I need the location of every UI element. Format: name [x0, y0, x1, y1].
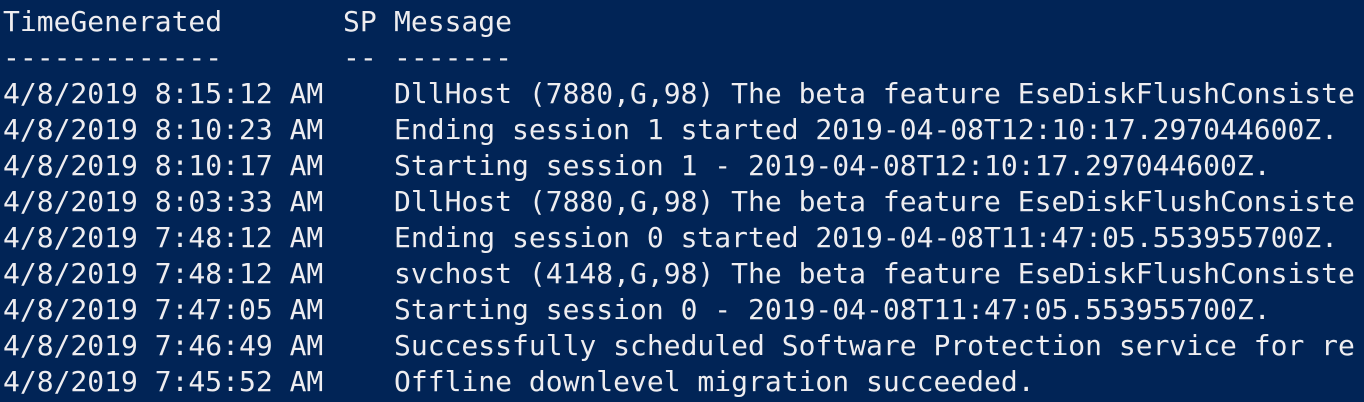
row-time: 4/8/2019 7:47:05 AM [3, 293, 324, 326]
row-message: DllHost (7880,G,98) The beta feature Ese… [394, 77, 1355, 110]
row-time: 4/8/2019 7:48:12 AM [3, 221, 324, 254]
header-message: Message [394, 5, 513, 38]
separator-row: ------------- -- ------- [3, 40, 1364, 76]
row-time: 4/8/2019 7:48:12 AM [3, 257, 324, 290]
row-message: svchost (4148,G,98) The beta feature Ese… [394, 257, 1355, 290]
table-row: 4/8/2019 8:10:23 AM Ending session 1 sta… [3, 112, 1364, 148]
header-row: TimeGenerated SP Message [3, 4, 1364, 40]
row-message: DllHost (7880,G,98) The beta feature Ese… [394, 185, 1355, 218]
row-time: 4/8/2019 8:10:23 AM [3, 113, 324, 146]
row-message: Starting session 1 - 2019-04-08T12:10:17… [394, 149, 1271, 182]
table-row: 4/8/2019 7:48:12 AM svchost (4148,G,98) … [3, 256, 1364, 292]
row-message: Offline downlevel migration succeeded. [394, 365, 1035, 398]
table-row: 4/8/2019 8:03:33 AM DllHost (7880,G,98) … [3, 184, 1364, 220]
table-row: 4/8/2019 8:15:12 AM DllHost (7880,G,98) … [3, 76, 1364, 112]
row-message: Ending session 0 started 2019-04-08T11:4… [394, 221, 1339, 254]
table-row: 4/8/2019 7:48:12 AM Ending session 0 sta… [3, 220, 1364, 256]
row-message: Starting session 0 - 2019-04-08T11:47:05… [394, 293, 1271, 326]
row-time: 4/8/2019 7:45:52 AM [3, 365, 324, 398]
header-timegenerated: TimeGenerated [3, 5, 223, 38]
separator-message: ------- [394, 41, 513, 74]
row-time: 4/8/2019 8:03:33 AM [3, 185, 324, 218]
row-time: 4/8/2019 8:10:17 AM [3, 149, 324, 182]
table-row: 4/8/2019 8:10:17 AM Starting session 1 -… [3, 148, 1364, 184]
separator-timegenerated: ------------- [3, 41, 223, 74]
table-row: 4/8/2019 7:46:49 AM Successfully schedul… [3, 328, 1364, 364]
header-sp: SP [343, 5, 377, 38]
row-message: Ending session 1 started 2019-04-08T12:1… [394, 113, 1339, 146]
powershell-console[interactable]: TimeGenerated SP Message ------------- -… [0, 0, 1364, 402]
table-row: 4/8/2019 7:47:05 AM Starting session 0 -… [3, 292, 1364, 328]
table-row: 4/8/2019 7:45:52 AM Offline downlevel mi… [3, 364, 1364, 400]
row-time: 4/8/2019 7:46:49 AM [3, 329, 324, 362]
row-time: 4/8/2019 8:15:12 AM [3, 77, 324, 110]
row-message: Successfully scheduled Software Protecti… [394, 329, 1355, 362]
separator-sp: -- [343, 41, 377, 74]
